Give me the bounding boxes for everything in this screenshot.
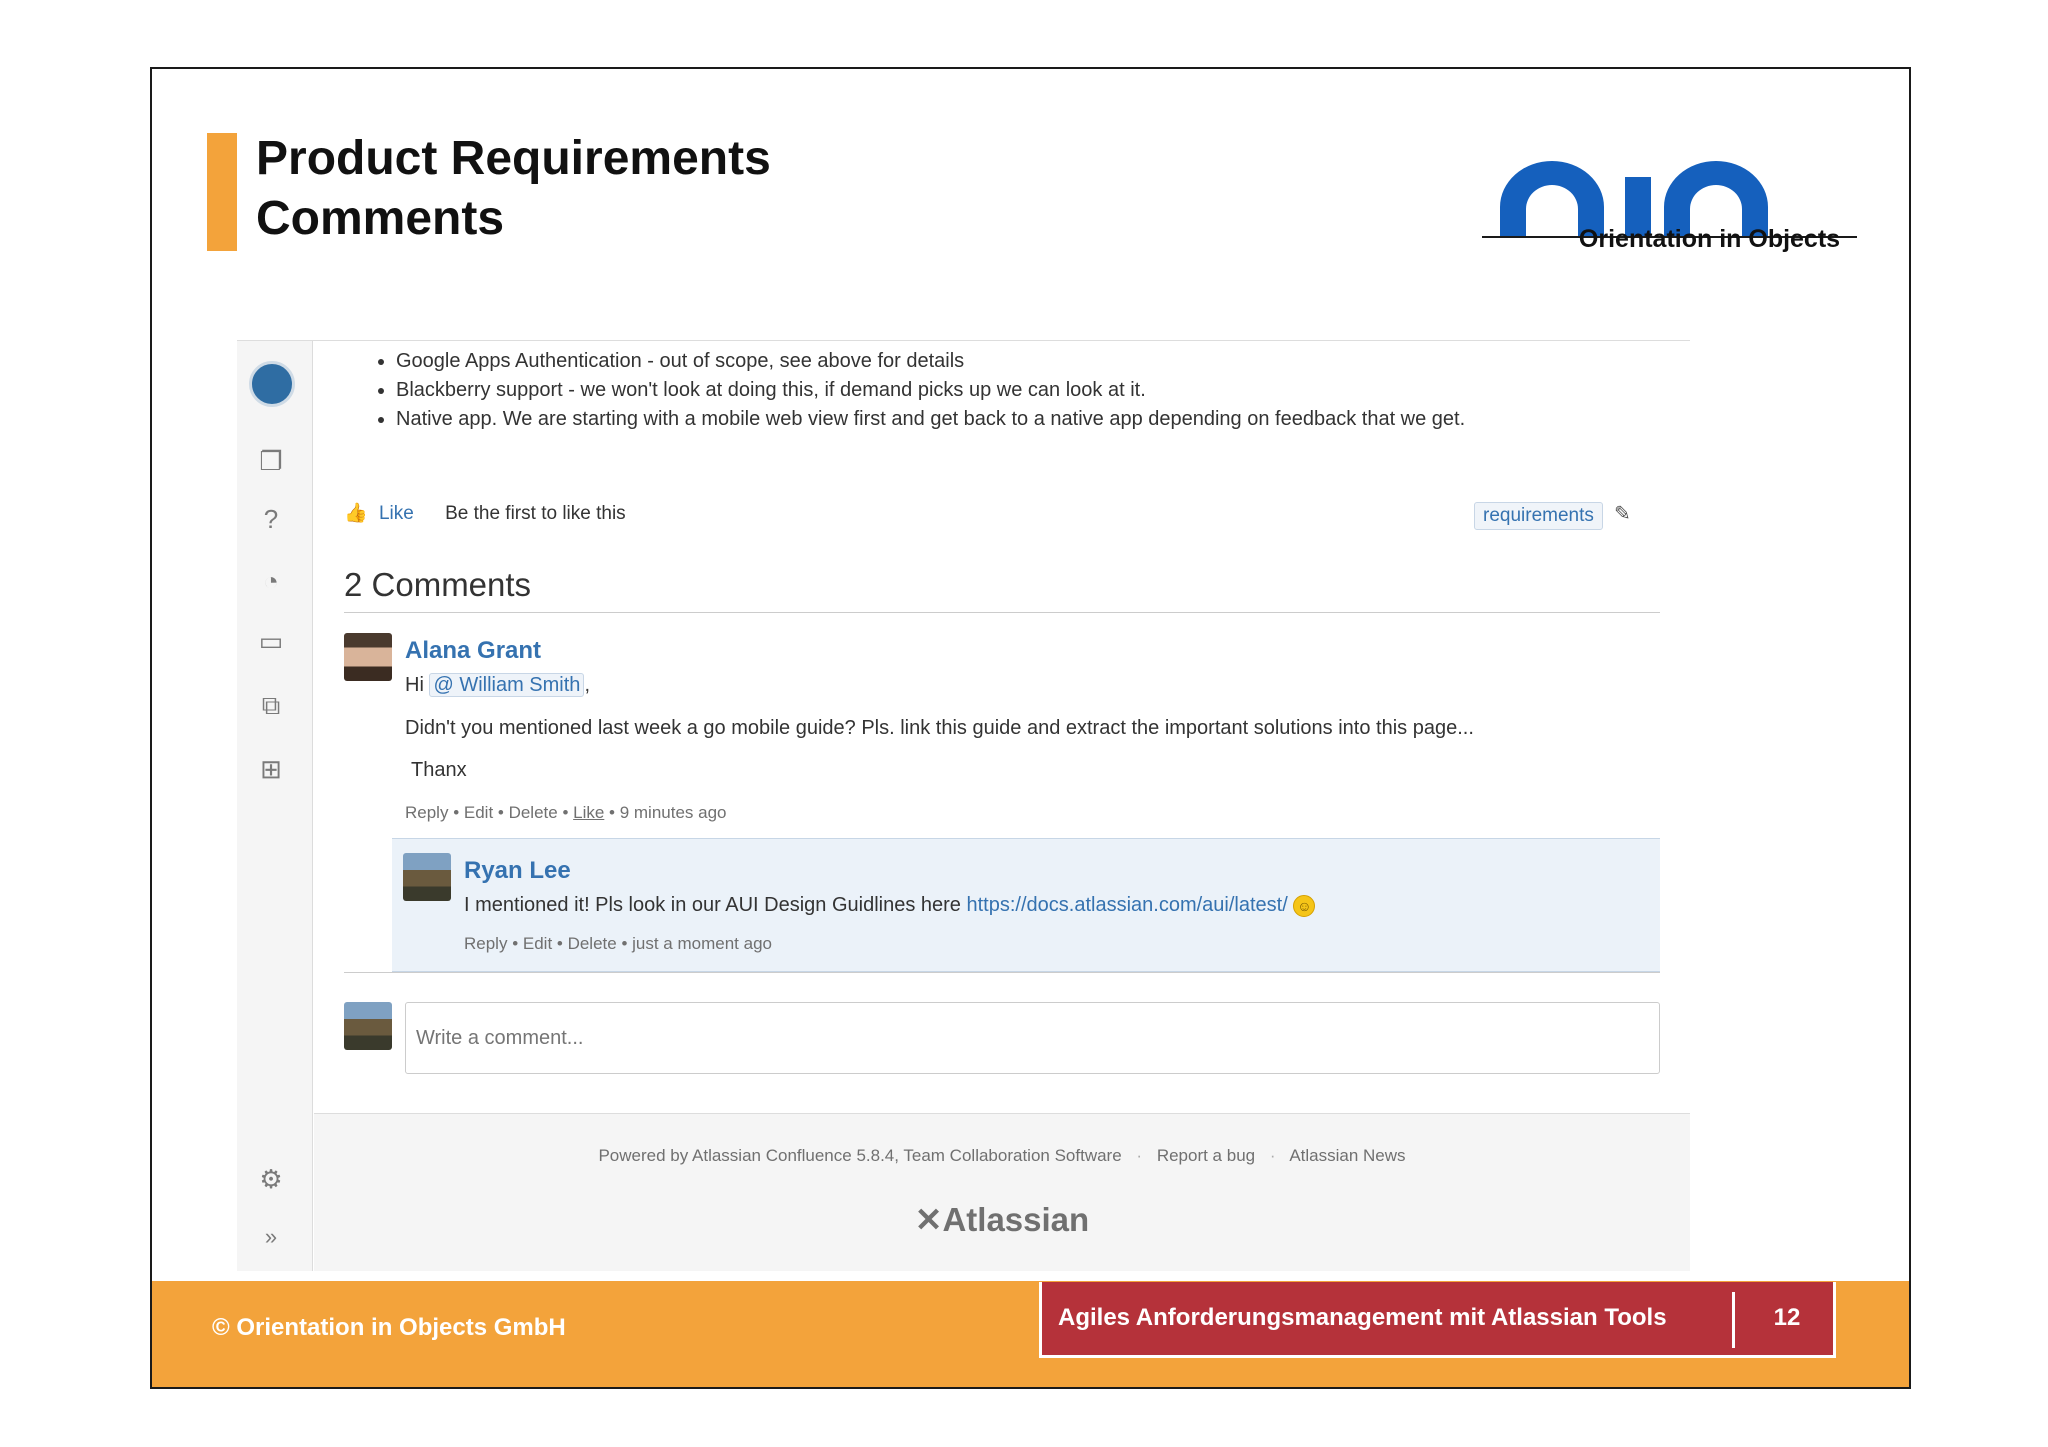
comment-closing: Thanx [411, 759, 467, 781]
comment-time: just a moment ago [632, 934, 772, 953]
divider [344, 972, 1660, 973]
edit-link[interactable]: Edit [464, 803, 493, 822]
feed-icon[interactable]: ◔ [253, 563, 289, 599]
label-requirements[interactable]: requirements [1474, 502, 1603, 530]
slide-footer: © Orientation in Objects GmbH Agiles Anf… [152, 1281, 1909, 1387]
expand-icon[interactable]: » [253, 1219, 289, 1255]
list-item: Blackberry support - we won't look at do… [396, 376, 1465, 405]
gear-icon[interactable]: ⚙ [253, 1161, 289, 1197]
space-logo-icon[interactable] [249, 361, 295, 407]
powered-by-text: Powered by Atlassian Confluence 5.8.4, T… [598, 1146, 1122, 1165]
comment-actions: Reply • Edit • Delete • Like • 9 minutes… [405, 803, 727, 822]
list-item: Native app. We are starting with a mobil… [396, 405, 1465, 434]
divider [1732, 1292, 1735, 1348]
comment-author[interactable]: Ryan Lee [464, 857, 571, 885]
report-bug-link[interactable]: Report a bug [1157, 1146, 1255, 1165]
tree-icon[interactable]: ⊞ [253, 751, 289, 787]
like-button[interactable]: Like [379, 503, 414, 524]
footer-links: Powered by Atlassian Confluence 5.8.4, T… [598, 1146, 1406, 1165]
comment-body: Didn't you mentioned last week a go mobi… [405, 717, 1474, 739]
reply-link[interactable]: Reply [405, 803, 448, 822]
space-sidebar: ❐ ? ◔ ▭ ⧉ ⊞ ⚙ » [237, 341, 313, 1271]
comment-time: 9 minutes ago [619, 803, 727, 822]
calendar-icon[interactable]: ▭ [253, 623, 289, 659]
atlassian-logo: ✕Atlassian [914, 1201, 1090, 1238]
current-user-avatar [344, 1002, 392, 1050]
docs-link[interactable]: https://docs.atlassian.com/aui/latest/ [967, 894, 1288, 916]
edit-labels-icon[interactable]: ✎ [1614, 501, 1631, 526]
comment-body: I mentioned it! Pls look in our AUI Desi… [464, 894, 1316, 917]
comment-actions: Reply • Edit • Delete • just a moment ag… [464, 934, 772, 953]
delete-link[interactable]: Delete [568, 934, 617, 953]
avatar[interactable] [344, 633, 392, 681]
requirements-list: Google Apps Authentication - out of scop… [374, 347, 1465, 434]
comment-input[interactable] [405, 1002, 1660, 1074]
shortcuts-icon[interactable]: ⧉ [253, 687, 289, 723]
pages-icon[interactable]: ❐ [253, 443, 289, 479]
atlassian-logo-icon: ✕ [914, 1201, 943, 1238]
course-banner: Agiles Anforderungsmanagement mit Atlass… [1039, 1282, 1836, 1358]
delete-link[interactable]: Delete [509, 803, 558, 822]
comments-heading: 2 Comments [344, 566, 1660, 613]
like-row: 👍 Like Be the first to like this [344, 501, 626, 525]
confluence-footer: Powered by Atlassian Confluence 5.8.4, T… [314, 1113, 1690, 1271]
comment-greeting: Hi @ William Smith, [405, 673, 590, 697]
atlassian-news-link[interactable]: Atlassian News [1289, 1146, 1405, 1165]
course-title: Agiles Anforderungsmanagement mit Atlass… [1058, 1304, 1667, 1331]
questions-icon[interactable]: ? [253, 501, 289, 537]
slide-title: Product Requirements Comments [256, 132, 771, 245]
reply-link[interactable]: Reply [464, 934, 507, 953]
logo-caption: Orientation in Objects [1578, 225, 1841, 253]
copyright-text: © Orientation in Objects GmbH [212, 1314, 566, 1341]
smiley-icon: ☺ [1293, 894, 1316, 917]
like-summary: Be the first to like this [445, 503, 626, 524]
confluence-screenshot: ❐ ? ◔ ▭ ⧉ ⊞ ⚙ » Google Apps Authenticati… [237, 340, 1690, 1271]
comment-author[interactable]: Alana Grant [405, 637, 541, 665]
slide: Product Requirements Comments Orientatio… [150, 67, 1911, 1389]
page-number: 12 [1773, 1304, 1801, 1331]
user-mention[interactable]: @ William Smith [429, 673, 585, 697]
like-link[interactable]: Like [573, 803, 604, 822]
avatar[interactable] [403, 853, 451, 901]
edit-link[interactable]: Edit [523, 934, 552, 953]
title-accent-bar [207, 133, 237, 251]
thumbs-up-icon: 👍 [344, 503, 368, 524]
page-content: Google Apps Authentication - out of scop… [314, 341, 1690, 1271]
list-item: Google Apps Authentication - out of scop… [396, 347, 1465, 376]
